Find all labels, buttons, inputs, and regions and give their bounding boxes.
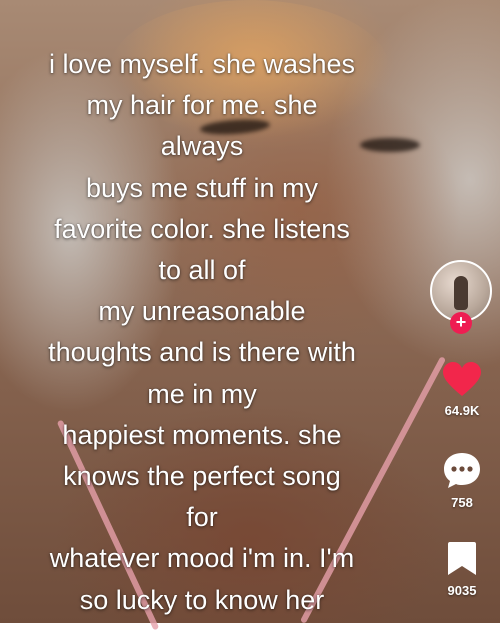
caption-line: my unreasonable bbox=[98, 296, 306, 327]
caption-line: i love myself. she washes bbox=[48, 49, 356, 79]
like-count: 64.9K bbox=[444, 403, 480, 418]
caption-line: always bbox=[160, 131, 244, 162]
avatar-figure bbox=[454, 276, 468, 310]
caption-line: thoughts and is there with bbox=[48, 337, 356, 368]
bookmark-button[interactable]: 9035 bbox=[430, 540, 494, 598]
caption-line: whatever mood i'm in. I'm bbox=[49, 543, 355, 574]
caption-line: me in my bbox=[147, 378, 257, 409]
caption-line: buys me stuff in my bbox=[85, 172, 319, 203]
video-caption: i love myself. she washes my hair for me… bbox=[6, 44, 398, 621]
comment-icon[interactable] bbox=[442, 450, 482, 490]
like-button[interactable]: 64.9K bbox=[430, 362, 494, 418]
caption-line: my hair for me. she bbox=[86, 90, 318, 121]
comment-button[interactable]: 758 bbox=[430, 450, 494, 510]
caption-line: to all of bbox=[158, 255, 246, 286]
creator-avatar-button[interactable]: + bbox=[430, 260, 492, 334]
caption-line: favorite color. she listens bbox=[54, 213, 350, 244]
heart-icon[interactable] bbox=[442, 362, 482, 398]
bookmark-count: 9035 bbox=[447, 583, 477, 598]
caption-line: happiest moments. she bbox=[62, 419, 342, 450]
caption-line: knows the perfect song bbox=[63, 461, 341, 492]
caption-line: so lucky to know her bbox=[79, 584, 325, 615]
caption-line: for bbox=[186, 502, 218, 533]
bookmark-icon[interactable] bbox=[445, 540, 479, 578]
follow-button[interactable]: + bbox=[450, 312, 472, 334]
comment-count: 758 bbox=[451, 495, 473, 510]
